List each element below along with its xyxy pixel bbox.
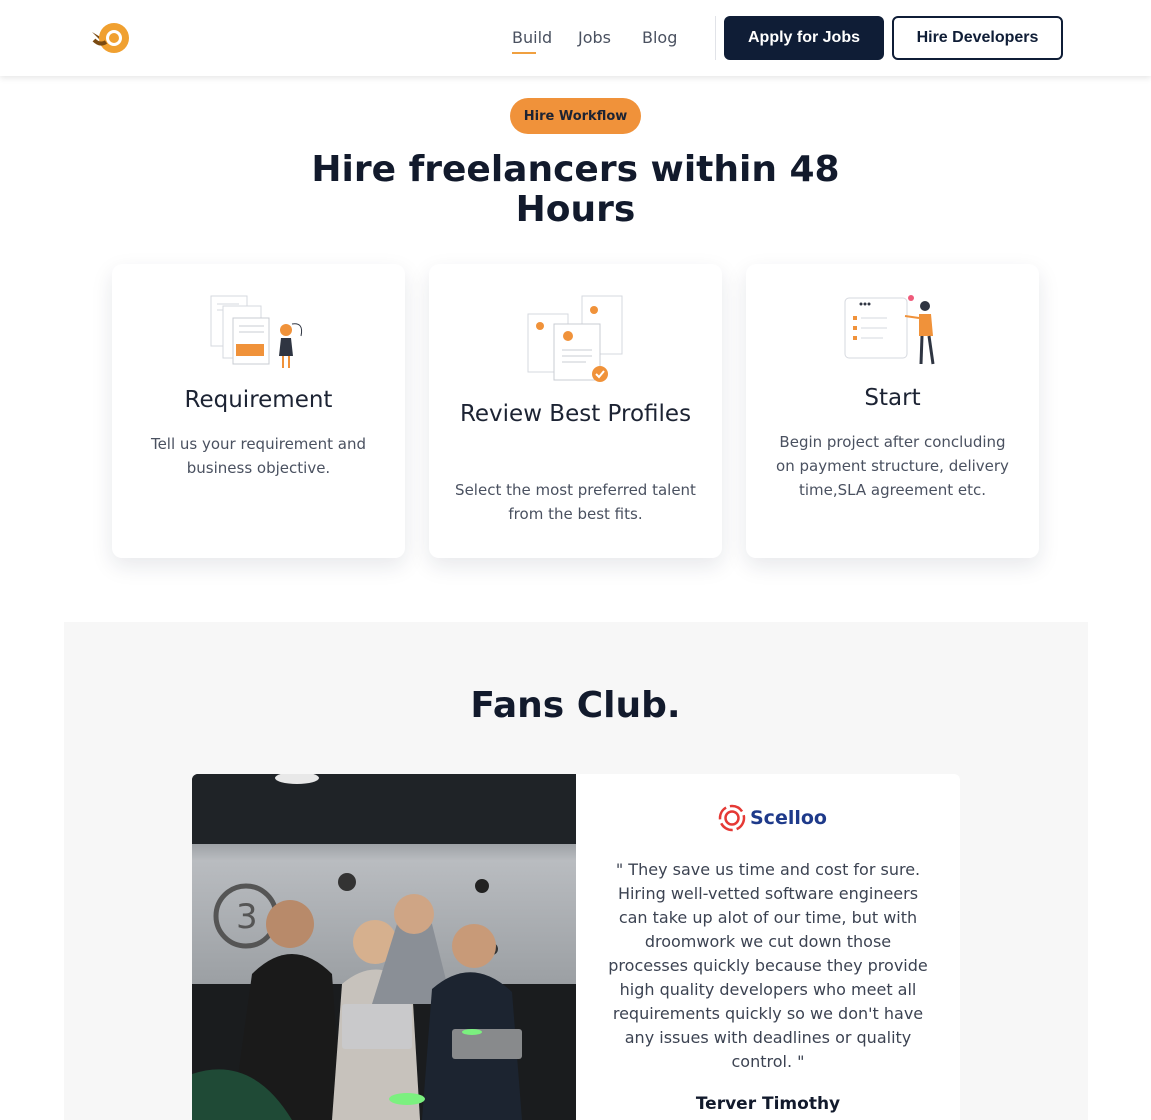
step-title: Requirement xyxy=(184,387,333,413)
step-title: Start xyxy=(864,385,921,411)
hire-workflow-badge: Hire Workflow xyxy=(510,98,641,134)
svg-text:3: 3 xyxy=(236,897,258,937)
site-header: Build Jobs Blog Apply for Jobs Hire Deve… xyxy=(0,0,1151,76)
step-card-review-profiles: Review Best Profiles Select the most pre… xyxy=(429,264,722,558)
workflow-headline: Hire freelancers within 48 Hours xyxy=(311,149,840,230)
team-photo: 3 xyxy=(192,774,576,1120)
nav-build[interactable]: Build xyxy=(512,28,552,54)
nav-jobs[interactable]: Jobs xyxy=(578,28,611,47)
company-name: Scelloo xyxy=(750,807,827,829)
hire-developers-button[interactable]: Hire Developers xyxy=(892,16,1063,60)
start-project-illustration-icon xyxy=(844,295,934,365)
fans-club-title: Fans Club. xyxy=(470,685,681,726)
step-title: Review Best Profiles xyxy=(459,401,692,427)
review-profiles-illustration-icon xyxy=(527,295,622,382)
nav-divider xyxy=(715,16,716,60)
testimonial-quote: " They save us time and cost for sure. H… xyxy=(608,860,928,1071)
step-description: Select the most preferred talent from th… xyxy=(455,481,696,523)
droomwork-logo-icon[interactable] xyxy=(86,18,134,58)
testimonial-author: Terver Timothy xyxy=(695,1094,841,1114)
step-description: Tell us your requirement and business ob… xyxy=(150,435,367,477)
nav-blog[interactable]: Blog xyxy=(642,28,677,47)
apply-for-jobs-button[interactable]: Apply for Jobs xyxy=(724,16,884,60)
company-logo: Scelloo xyxy=(718,804,827,832)
step-card-start: Start Begin project after concluding on … xyxy=(746,264,1039,558)
step-card-requirement: Requirement Tell us your requirement and… xyxy=(112,264,405,558)
testimonial-card: Scelloo " They save us time and cost for… xyxy=(576,774,960,1120)
step-description: Begin project after concluding on paymen… xyxy=(776,433,1009,499)
requirement-illustration-icon xyxy=(210,295,302,368)
scelloo-logo-icon xyxy=(718,804,746,832)
